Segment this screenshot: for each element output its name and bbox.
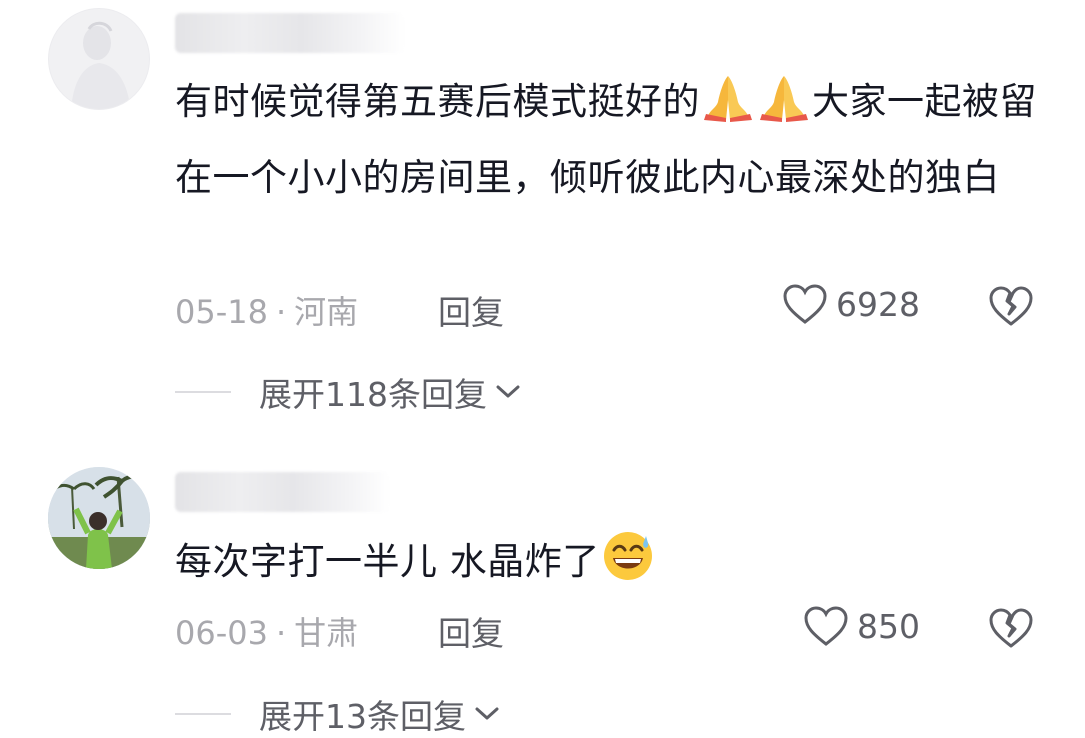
folded-hands-icon bbox=[700, 70, 756, 144]
expand-replies-label: 展开13条回复 bbox=[259, 697, 466, 736]
chevron-down-icon bbox=[475, 707, 499, 720]
avatar[interactable] bbox=[48, 467, 150, 569]
comment-text-part1: 有时候觉得第五赛后模式挺好的 bbox=[175, 80, 700, 123]
avatar[interactable] bbox=[48, 8, 150, 110]
like-count: 850 bbox=[857, 606, 920, 646]
heart-icon bbox=[783, 284, 827, 324]
divider-line bbox=[175, 391, 231, 393]
reply-button[interactable]: 回复 bbox=[438, 607, 504, 655]
meta-separator: · bbox=[275, 614, 287, 652]
username-blurred[interactable] bbox=[175, 13, 405, 53]
expand-replies-button[interactable]: 展开13条回复 bbox=[175, 690, 500, 738]
like-button[interactable]: 6928 bbox=[782, 283, 920, 325]
comment-text: 有时候觉得第五赛后模式挺好的 大家一起被留在一个小小的房间里，倾听彼此内心最深处的… bbox=[175, 68, 1055, 212]
divider-line bbox=[175, 713, 231, 715]
expand-replies-button[interactable]: 展开118条回复 bbox=[175, 368, 521, 416]
comment-date: 05-18 bbox=[175, 293, 268, 331]
meta-separator: · bbox=[275, 293, 287, 331]
comment-meta: 06-03 · 甘肃 bbox=[175, 608, 358, 654]
reply-button[interactable]: 回复 bbox=[438, 286, 504, 334]
username-blurred[interactable] bbox=[175, 472, 390, 512]
comment-location: 河南 bbox=[294, 293, 359, 331]
chevron-down-icon bbox=[496, 385, 520, 398]
broken-heart-icon bbox=[989, 286, 1033, 326]
comment-item: 有时候觉得第五赛后模式挺好的 大家一起被留在一个小小的房间里，倾听彼此内心最深处的… bbox=[0, 0, 1085, 440]
avatar-image bbox=[48, 467, 150, 569]
heart-icon bbox=[804, 606, 848, 646]
broken-heart-icon bbox=[989, 608, 1033, 648]
comment-meta: 05-18 · 河南 bbox=[175, 287, 358, 333]
comment-location: 甘肃 bbox=[294, 614, 359, 652]
like-button[interactable]: 850 bbox=[803, 605, 920, 647]
dislike-button[interactable] bbox=[988, 605, 1034, 651]
like-count: 6928 bbox=[836, 284, 920, 324]
comment-item: 每次字打一半儿 水晶炸了 06-03 · 甘肃 回复 850 展开13条回复 bbox=[0, 440, 1085, 736]
comment-date: 06-03 bbox=[175, 614, 268, 652]
grinning-sweat-face-icon bbox=[600, 528, 656, 604]
expand-replies-label: 展开118条回复 bbox=[259, 375, 487, 414]
comment-text-part1: 每次字打一半儿 水晶炸了 bbox=[175, 540, 600, 583]
folded-hands-icon bbox=[756, 70, 812, 144]
dislike-button[interactable] bbox=[988, 283, 1034, 329]
avatar-image bbox=[71, 21, 131, 109]
comment-text: 每次字打一半儿 水晶炸了 bbox=[175, 528, 1055, 604]
